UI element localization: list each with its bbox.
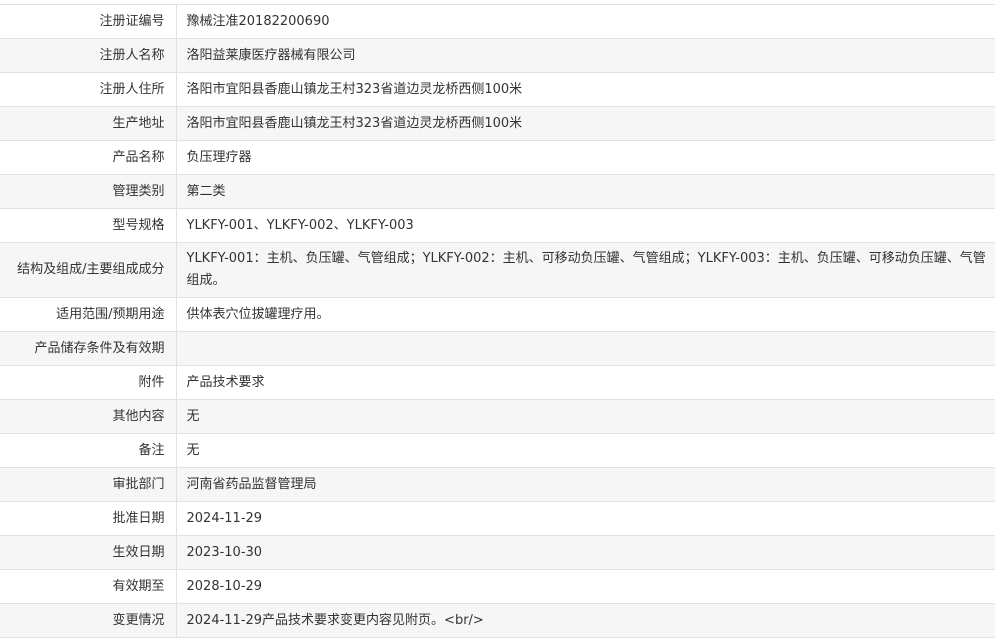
row-remarks: 备注 无 [0, 433, 995, 468]
field-label: 产品名称 [0, 140, 177, 175]
field-label: 产品储存条件及有效期 [0, 331, 177, 366]
field-label: 注册人名称 [0, 38, 177, 73]
row-other-content: 其他内容 无 [0, 399, 995, 434]
row-effective-date: 生效日期 2023-10-30 [0, 535, 995, 570]
field-value: YLKFY-001：主机、负压罐、气管组成；YLKFY-002：主机、可移动负压… [176, 242, 995, 298]
row-model-spec: 型号规格 YLKFY-001、YLKFY-002、YLKFY-003 [0, 208, 995, 243]
row-registration-number: 注册证编号 豫械注准20182200690 [0, 4, 995, 39]
field-value: 无 [176, 433, 995, 468]
field-label: 注册人住所 [0, 72, 177, 107]
field-label: 有效期至 [0, 569, 177, 604]
field-label: 注册证编号 [0, 4, 177, 39]
field-label: 型号规格 [0, 208, 177, 243]
row-approval-department: 审批部门 河南省药品监督管理局 [0, 467, 995, 502]
row-registrant-name: 注册人名称 洛阳益莱康医疗器械有限公司 [0, 38, 995, 73]
field-label: 备注 [0, 433, 177, 468]
field-value [176, 331, 995, 366]
row-change-history: 变更情况 2024-11-29产品技术要求变更内容见附页。<br/> [0, 603, 995, 638]
field-value: 豫械注准20182200690 [176, 4, 995, 39]
field-value: 供体表穴位拔罐理疗用。 [176, 297, 995, 332]
field-value: 洛阳益莱康医疗器械有限公司 [176, 38, 995, 73]
row-registrant-address: 注册人住所 洛阳市宜阳县香鹿山镇龙王村323省道边灵龙桥西侧100米 [0, 72, 995, 107]
field-value: 洛阳市宜阳县香鹿山镇龙王村323省道边灵龙桥西侧100米 [176, 106, 995, 141]
field-value: 2028-10-29 [176, 569, 995, 604]
field-label: 结构及组成/主要组成成分 [0, 242, 177, 298]
field-value: 洛阳市宜阳县香鹿山镇龙王村323省道边灵龙桥西侧100米 [176, 72, 995, 107]
field-value: 2024-11-29 [176, 501, 995, 536]
field-label: 其他内容 [0, 399, 177, 434]
field-value: 负压理疗器 [176, 140, 995, 175]
row-production-address: 生产地址 洛阳市宜阳县香鹿山镇龙王村323省道边灵龙桥西侧100米 [0, 106, 995, 141]
field-value: 河南省药品监督管理局 [176, 467, 995, 502]
field-label: 管理类别 [0, 174, 177, 209]
row-valid-until: 有效期至 2028-10-29 [0, 569, 995, 604]
field-label: 生效日期 [0, 535, 177, 570]
field-label: 变更情况 [0, 603, 177, 638]
field-label: 审批部门 [0, 467, 177, 502]
field-label: 生产地址 [0, 106, 177, 141]
field-value: 2024-11-29产品技术要求变更内容见附页。<br/> [176, 603, 995, 638]
row-attachment: 附件 产品技术要求 [0, 365, 995, 400]
row-intended-use: 适用范围/预期用途 供体表穴位拔罐理疗用。 [0, 297, 995, 332]
field-value: 第二类 [176, 174, 995, 209]
field-label: 批准日期 [0, 501, 177, 536]
field-value: 无 [176, 399, 995, 434]
field-value: 2023-10-30 [176, 535, 995, 570]
field-value: 产品技术要求 [176, 365, 995, 400]
field-label: 适用范围/预期用途 [0, 297, 177, 332]
row-product-name: 产品名称 负压理疗器 [0, 140, 995, 175]
registration-detail-table: 注册证编号 豫械注准20182200690 注册人名称 洛阳益莱康医疗器械有限公… [0, 4, 995, 638]
row-management-category: 管理类别 第二类 [0, 174, 995, 209]
row-approval-date: 批准日期 2024-11-29 [0, 501, 995, 536]
row-storage-validity: 产品储存条件及有效期 [0, 331, 995, 366]
row-structure-composition: 结构及组成/主要组成成分 YLKFY-001：主机、负压罐、气管组成；YLKFY… [0, 242, 995, 298]
field-value: YLKFY-001、YLKFY-002、YLKFY-003 [176, 208, 995, 243]
field-label: 附件 [0, 365, 177, 400]
